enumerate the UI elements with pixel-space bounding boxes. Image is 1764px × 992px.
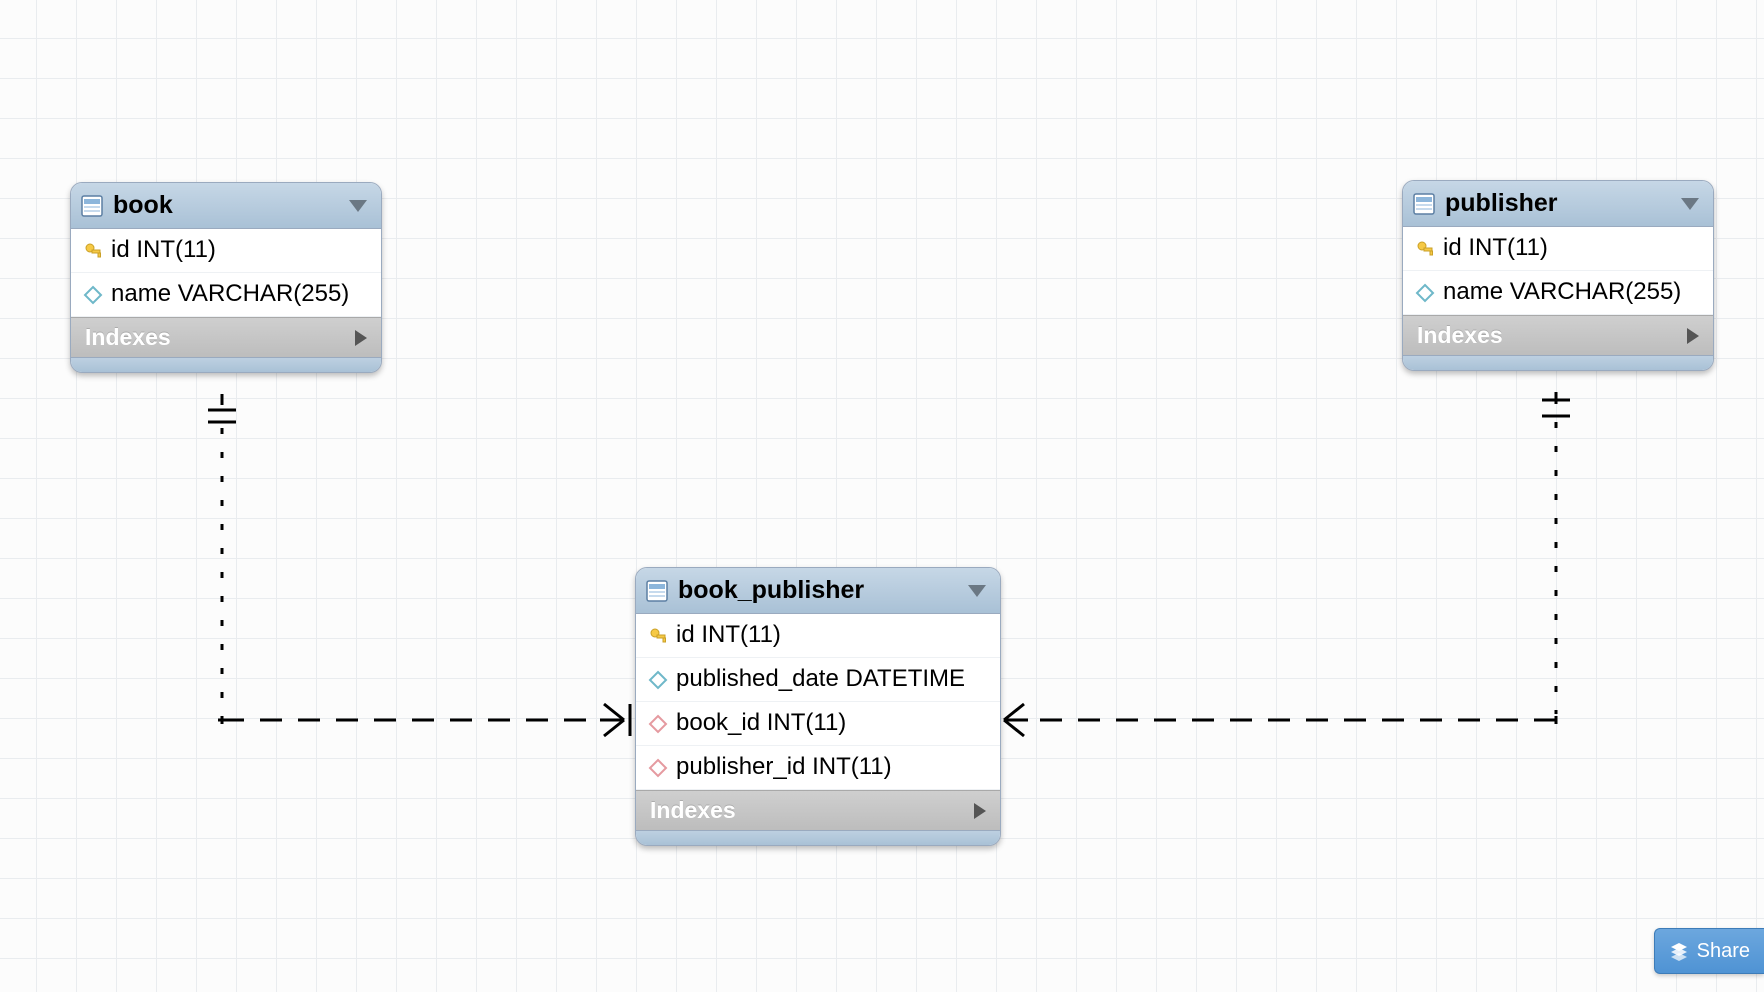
column-text: published_date DATETIME [676,665,965,694]
entity-footer [1403,355,1713,370]
indexes-row[interactable]: Indexes [1403,315,1713,355]
expand-indexes-icon[interactable] [1687,328,1699,344]
column-text: book_id INT(11) [676,709,846,738]
entity-book[interactable]: book id INT(11) name VARCHAR(255) Indexe… [70,182,382,373]
er-diagram-canvas[interactable]: book id INT(11) name VARCHAR(255) Indexe… [0,0,1764,992]
column-row[interactable]: name VARCHAR(255) [1403,271,1713,315]
entity-footer [71,357,381,372]
foreign-key-diamond-icon [648,758,668,778]
entity-title: publisher [1445,189,1671,218]
indexes-label: Indexes [650,797,736,824]
entity-book-publisher[interactable]: book_publisher id INT(11) published_date… [635,567,1001,846]
column-diamond-icon [648,670,668,690]
column-row[interactable]: id INT(11) [1403,227,1713,271]
entity-title: book [113,191,339,220]
collapse-caret-icon[interactable] [1681,198,1699,210]
indexes-row[interactable]: Indexes [71,317,381,357]
entity-footer [636,830,1000,845]
column-text: id INT(11) [111,236,216,265]
entity-header-publisher[interactable]: publisher [1403,181,1713,227]
column-row[interactable]: published_date DATETIME [636,658,1000,702]
primary-key-icon [1415,239,1435,259]
entity-header-book-publisher[interactable]: book_publisher [636,568,1000,614]
indexes-label: Indexes [85,324,171,351]
primary-key-icon [648,626,668,646]
entity-publisher[interactable]: publisher id INT(11) name VARCHAR(255) I… [1402,180,1714,371]
column-text: publisher_id INT(11) [676,753,892,782]
share-button-label: Share [1697,940,1750,963]
share-button[interactable]: Share [1654,928,1764,974]
collapse-caret-icon[interactable] [968,585,986,597]
expand-indexes-icon[interactable] [355,330,367,346]
expand-indexes-icon[interactable] [974,803,986,819]
indexes-row[interactable]: Indexes [636,790,1000,830]
column-row[interactable]: book_id INT(11) [636,702,1000,746]
column-text: id INT(11) [676,621,781,650]
column-text: name VARCHAR(255) [111,280,349,309]
entity-header-book[interactable]: book [71,183,381,229]
column-row[interactable]: id INT(11) [71,229,381,273]
primary-key-icon [83,241,103,261]
column-diamond-icon [1415,283,1435,303]
column-row[interactable]: publisher_id INT(11) [636,746,1000,790]
indexes-label: Indexes [1417,322,1503,349]
layers-icon [1669,941,1689,961]
foreign-key-diamond-icon [648,714,668,734]
entity-title: book_publisher [678,576,958,605]
column-text: name VARCHAR(255) [1443,278,1681,307]
column-row[interactable]: id INT(11) [636,614,1000,658]
table-icon [81,195,103,217]
column-diamond-icon [83,285,103,305]
table-icon [646,580,668,602]
table-icon [1413,193,1435,215]
collapse-caret-icon[interactable] [349,200,367,212]
column-row[interactable]: name VARCHAR(255) [71,273,381,317]
column-text: id INT(11) [1443,234,1548,263]
